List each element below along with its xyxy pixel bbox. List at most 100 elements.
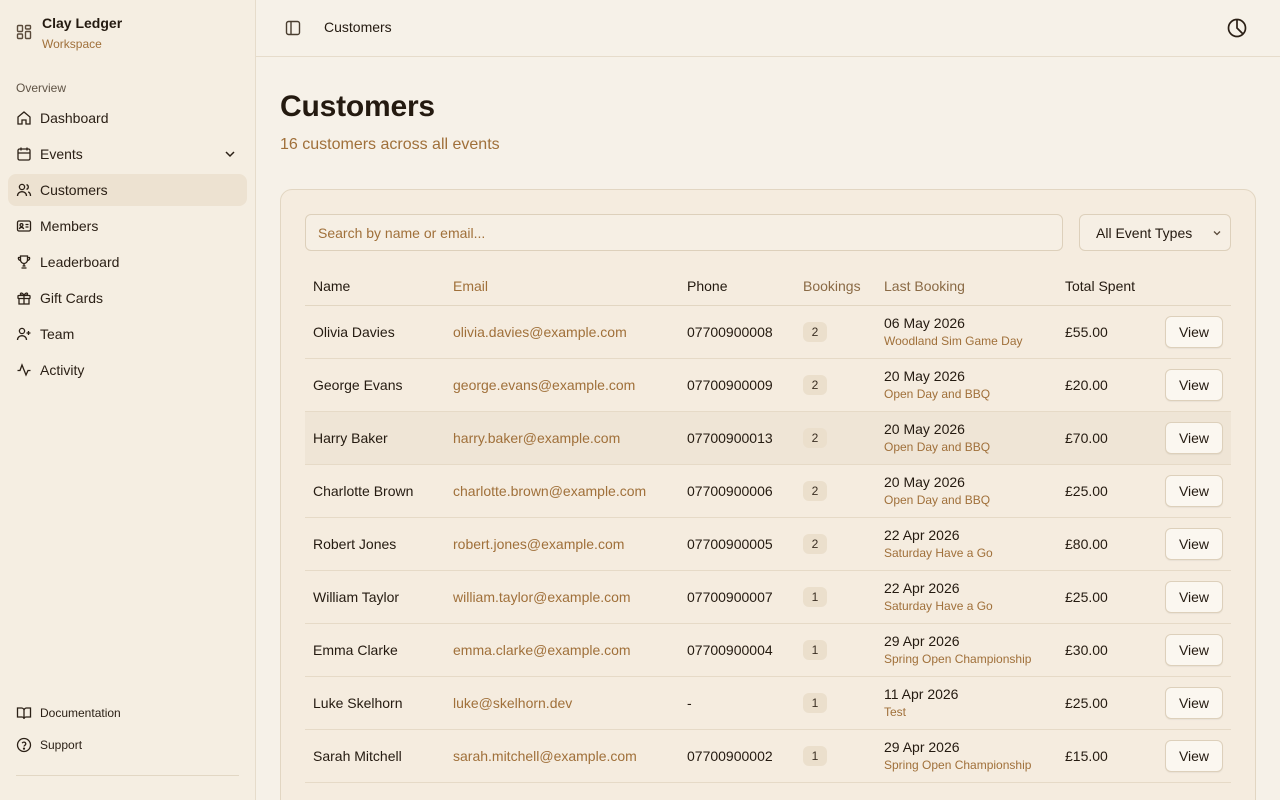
table-row[interactable]: Sarah Mitchell sarah.mitchell@example.com… [305,730,1231,783]
last-booking-event: Spring Open Championship [884,758,1032,772]
trophy-icon [17,255,31,269]
column-header-bookings[interactable]: Bookings [795,278,876,294]
bookings-badge: 2 [803,534,827,554]
sidebar-toggle-icon[interactable] [284,19,302,37]
breadcrumb: Customers [324,19,392,35]
view-customer-button[interactable]: View [1165,581,1223,613]
sidebar-item-label: Gift Cards [40,290,104,306]
last-booking-date: 29 Apr 2026 [884,633,960,649]
view-customer-button[interactable]: View [1165,740,1223,772]
bookings-badge: 1 [803,587,827,607]
view-customer-button[interactable]: View [1165,634,1223,666]
last-booking-date: 06 May 2026 [884,315,965,331]
sidebar-item-leaderboard[interactable]: Leaderboard [8,246,247,278]
last-booking-date: 20 May 2026 [884,368,965,384]
last-booking-date: 20 May 2026 [884,474,965,490]
sidebar-item-label: Leaderboard [40,254,120,270]
sidebar-item-support[interactable]: Support [8,729,247,761]
view-customer-button[interactable]: View [1165,316,1223,348]
sidebar-nav: Dashboard Events Customers Members Leade… [8,102,247,390]
last-booking-event: Open Day and BBQ [884,493,991,507]
view-customer-button[interactable]: View [1165,687,1223,719]
column-header-name[interactable]: Name [305,278,445,294]
customer-phone: - [687,695,692,711]
theme-toggle-icon[interactable] [1226,17,1248,39]
total-spent: £25.00 [1065,589,1108,605]
table-row[interactable]: Charlotte Brown charlotte.brown@example.c… [305,465,1231,518]
customer-email[interactable]: sarah.mitchell@example.com [445,748,679,764]
table-row[interactable]: George Evans george.evans@example.com 0770… [305,359,1231,412]
customer-phone: 07700900006 [687,483,773,499]
view-customer-button[interactable]: View [1165,369,1223,401]
table-row[interactable]: Harry Baker harry.baker@example.com 077009… [305,412,1231,465]
bookings-badge: 1 [803,746,827,766]
view-customer-button[interactable]: View [1165,475,1223,507]
customer-email[interactable]: harry.baker@example.com [445,430,679,446]
chevron-down-icon [1213,231,1221,236]
last-booking-event: Saturday Have a Go [884,599,993,613]
table-row[interactable]: Luke Skelhorn luke@skelhorn.dev - 1 11 Apr 2… [305,677,1231,730]
gift-icon [17,292,31,305]
table-row[interactable]: William Taylor william.taylor@example.com… [305,571,1231,624]
sidebar-footer: Documentation Support [8,697,247,761]
column-header-last-booking[interactable]: Last Booking [876,278,1057,294]
customer-email[interactable]: george.evans@example.com [445,377,679,393]
table-row[interactable]: Robert Jones robert.jones@example.com 0770… [305,518,1231,571]
user-plus-icon [16,327,31,341]
layout-grid-icon [16,24,32,40]
sidebar-item-documentation[interactable]: Documentation [8,697,247,729]
sidebar-item-activity[interactable]: Activity [8,354,247,386]
table-row[interactable]: Olivia Davies olivia.davies@example.com 07… [305,306,1231,359]
sidebar: Clay Ledger Workspace Overview Dashboard… [0,0,256,800]
customer-email[interactable]: emma.clarke@example.com [445,642,679,658]
customer-name: William Taylor [313,589,400,605]
table-row[interactable]: Emma Clarke emma.clarke@example.com 077009… [305,624,1231,677]
bookings-badge: 2 [803,428,827,448]
view-customer-button[interactable]: View [1165,528,1223,560]
sidebar-item-members[interactable]: Members [8,210,247,242]
customer-email[interactable]: olivia.davies@example.com [445,324,679,340]
column-header-email[interactable]: Email [445,278,679,294]
customer-phone: 07700900008 [687,324,773,340]
total-spent: £80.00 [1065,536,1108,552]
customer-email[interactable]: robert.jones@example.com [445,536,679,552]
search-input[interactable] [305,214,1063,251]
customer-name: Emma Clarke [313,642,398,658]
bookings-badge: 1 [803,693,827,713]
sidebar-item-dashboard[interactable]: Dashboard [8,102,247,134]
workspace-switcher[interactable]: Clay Ledger Workspace [16,14,122,52]
total-spent: £20.00 [1065,377,1108,393]
customer-email[interactable]: luke@skelhorn.dev [445,695,679,711]
sidebar-item-customers[interactable]: Customers [8,174,247,206]
customer-phone: 07700900009 [687,377,773,393]
last-booking-date: 29 Apr 2026 [884,739,960,755]
page-subtitle: 16 customers across all events [280,136,500,153]
bookings-badge: 2 [803,481,827,501]
column-header-phone[interactable]: Phone [679,278,795,294]
chevron-down-icon[interactable] [223,147,237,161]
sidebar-item-gift-cards[interactable]: Gift Cards [8,282,247,314]
total-spent: £25.00 [1065,483,1108,499]
customer-email[interactable]: william.taylor@example.com [445,589,679,605]
customer-name: Olivia Davies [313,324,395,340]
sidebar-item-label: Events [40,146,83,162]
sidebar-item-label: Activity [40,362,85,378]
total-spent: £55.00 [1065,324,1108,340]
sidebar-item-team[interactable]: Team [8,318,247,350]
book-icon [16,707,32,720]
sidebar-item-events[interactable]: Events [8,138,247,170]
last-booking-date: 22 Apr 2026 [884,580,960,596]
sidebar-item-label: Documentation [40,706,121,720]
table-header: Name Email Phone Bookings Last Booking T… [305,266,1231,306]
last-booking-date: 11 Apr 2026 [884,686,959,702]
column-header-total-spent[interactable]: Total Spent [1057,278,1157,294]
help-circle-icon [16,737,32,753]
sidebar-item-label: Support [40,738,83,752]
sidebar-divider [16,775,239,776]
customer-phone: 07700900005 [687,536,773,552]
last-booking-event: Saturday Have a Go [884,546,993,560]
view-customer-button[interactable]: View [1165,422,1223,454]
customer-email[interactable]: charlotte.brown@example.com [445,483,679,499]
event-type-select[interactable]: All Event Types [1079,214,1231,251]
customer-phone: 07700900013 [687,430,773,446]
